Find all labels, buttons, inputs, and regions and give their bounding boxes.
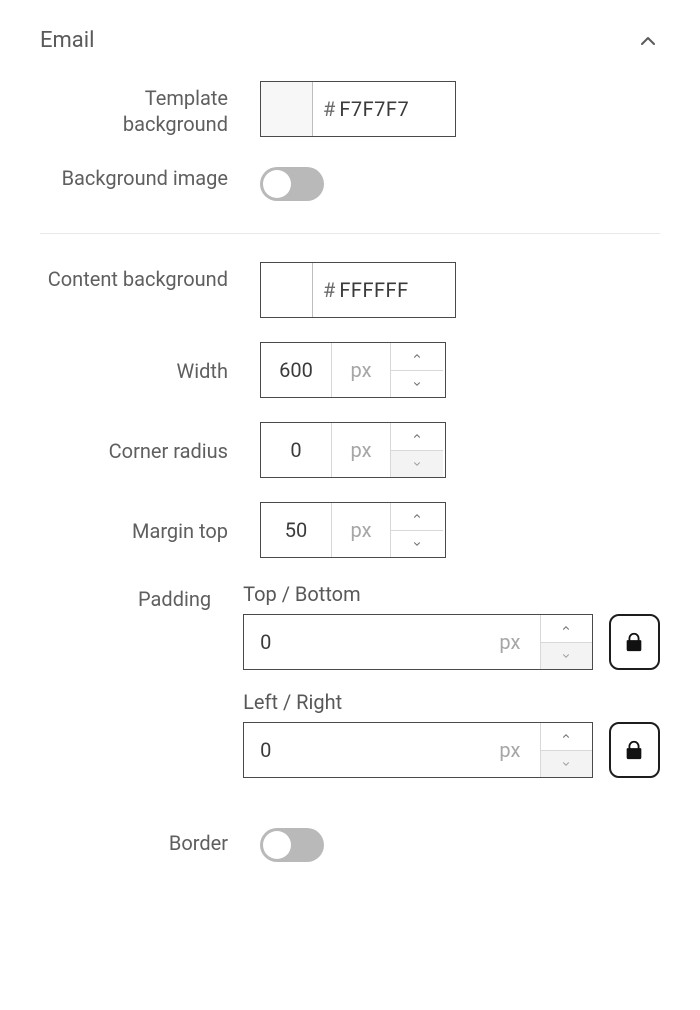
lock-icon [623, 737, 645, 763]
border-label: Border [40, 822, 260, 856]
padding-left-right-label: Left / Right [243, 690, 660, 714]
padding-left-right-increase-button[interactable] [541, 723, 592, 750]
background-image-row: Background image [40, 149, 660, 217]
padding-left-right-unit: px [480, 723, 540, 777]
section-header[interactable]: Email [40, 20, 660, 69]
width-stepper-buttons [391, 343, 443, 397]
content-background-label: Content background [40, 262, 260, 292]
padding-left-right-lock-button[interactable] [609, 722, 660, 778]
divider [40, 233, 660, 234]
padding-top-bottom-decrease-button[interactable] [541, 642, 592, 670]
padding-top-bottom-stepper-buttons [540, 615, 592, 669]
corner-radius-row: Corner radius px [40, 410, 660, 490]
section-title: Email [40, 28, 94, 53]
content-background-color-input[interactable]: # FFFFFF [260, 262, 456, 318]
hash-symbol: # [323, 278, 335, 302]
padding-left-right-line: px [243, 722, 660, 778]
email-settings-panel: Email Template background # F7F7F7 Backg… [0, 0, 700, 898]
margin-top-stepper-buttons [391, 503, 443, 557]
margin-top-label: Margin top [40, 502, 260, 544]
margin-top-unit: px [331, 503, 391, 557]
toggle-thumb [263, 170, 291, 198]
background-image-label: Background image [40, 161, 260, 191]
corner-radius-decrease-button[interactable] [391, 450, 443, 478]
width-increase-button[interactable] [391, 343, 443, 370]
padding-left-right-stepper: px [243, 722, 593, 778]
width-decrease-button[interactable] [391, 370, 443, 398]
width-unit: px [331, 343, 391, 397]
corner-radius-label: Corner radius [40, 422, 260, 464]
hash-symbol: # [323, 97, 335, 121]
padding-top-bottom-unit: px [480, 615, 540, 669]
border-toggle[interactable] [260, 828, 324, 862]
width-label: Width [40, 342, 260, 384]
template-background-color-input[interactable]: # F7F7F7 [260, 81, 456, 137]
padding-top-bottom-increase-button[interactable] [541, 615, 592, 642]
padding-top-bottom-input[interactable] [244, 615, 480, 669]
padding-label: Padding [40, 582, 243, 612]
hex-value: FFFFFF [339, 278, 408, 302]
content-background-swatch[interactable] [261, 263, 313, 317]
corner-radius-stepper-buttons [391, 423, 443, 477]
corner-radius-input[interactable] [261, 423, 331, 477]
width-input[interactable] [261, 343, 331, 397]
hex-value: F7F7F7 [339, 97, 409, 121]
margin-top-increase-button[interactable] [391, 503, 443, 530]
margin-top-decrease-button[interactable] [391, 530, 443, 558]
content-background-hex[interactable]: # FFFFFF [313, 263, 409, 317]
padding-left-right-stepper-buttons [540, 723, 592, 777]
padding-top-bottom-line: px [243, 614, 660, 670]
template-background-swatch[interactable] [261, 82, 313, 136]
chevron-up-icon [636, 29, 660, 53]
template-background-label: Template background [40, 81, 260, 137]
border-row: Border [40, 810, 660, 878]
corner-radius-unit: px [331, 423, 391, 477]
padding-left-right-decrease-button[interactable] [541, 750, 592, 778]
padding-left-right-input[interactable] [244, 723, 480, 777]
corner-radius-increase-button[interactable] [391, 423, 443, 450]
background-image-toggle[interactable] [260, 167, 324, 201]
width-stepper: px [260, 342, 446, 398]
template-background-hex[interactable]: # F7F7F7 [313, 82, 409, 136]
corner-radius-stepper: px [260, 422, 446, 478]
margin-top-stepper: px [260, 502, 446, 558]
margin-top-input[interactable] [261, 503, 331, 557]
padding-top-bottom-label: Top / Bottom [243, 582, 660, 606]
width-row: Width px [40, 330, 660, 410]
content-background-row: Content background # FFFFFF [40, 250, 660, 330]
template-background-row: Template background # F7F7F7 [40, 69, 660, 149]
margin-top-row: Margin top px [40, 490, 660, 570]
lock-icon [623, 629, 645, 655]
padding-row: Padding Top / Bottom px [40, 570, 660, 810]
toggle-thumb [263, 831, 291, 859]
padding-top-bottom-lock-button[interactable] [609, 614, 660, 670]
padding-top-bottom-stepper: px [243, 614, 593, 670]
